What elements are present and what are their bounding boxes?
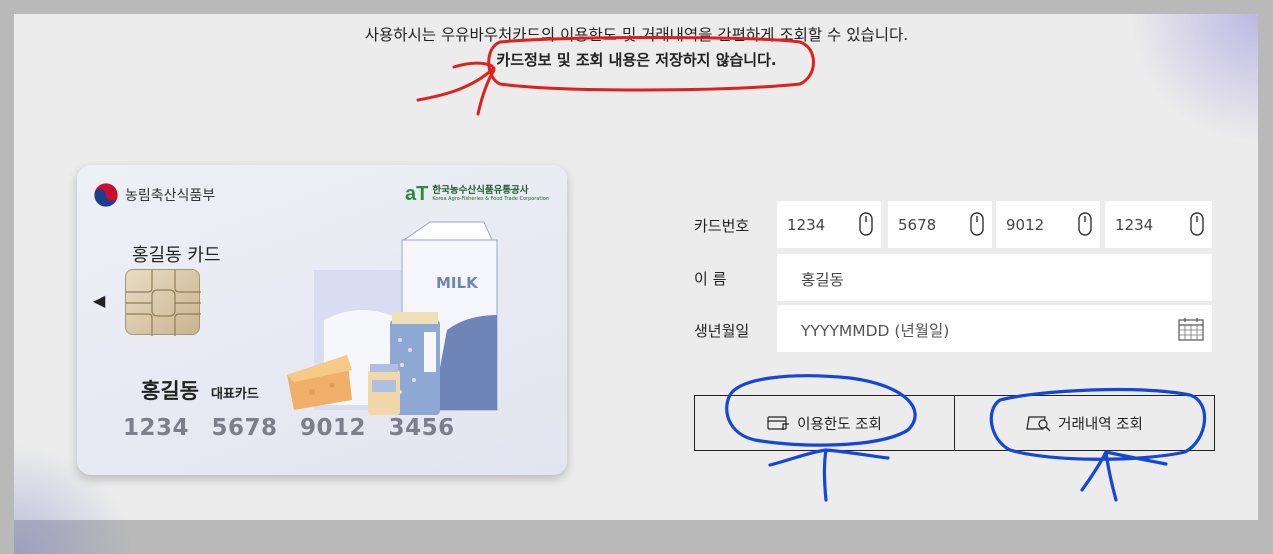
birth-date-input[interactable]: YYYYMMDD (년월일) [777, 305, 1212, 352]
privacy-notice: 카드정보 및 조회 내용은 저장하지 않습니다. [496, 51, 777, 69]
birth-date-placeholder: YYYYMMDD (년월일) [801, 322, 950, 340]
holder-name: 홍길동 [141, 379, 199, 403]
at-mark: aT [405, 183, 429, 205]
birth-date-label: 생년월일 [694, 322, 750, 340]
name-input[interactable]: 홍길동 [777, 254, 1212, 301]
virtual-keypad-icon[interactable] [1190, 212, 1204, 236]
limit-inquiry-label: 이용한도 조회 [797, 416, 882, 433]
taegeuk-icon [93, 182, 119, 208]
query-button-row: 이용한도 조회 거래내역 조회 [694, 395, 1215, 451]
card-number-label: 카드번호 [694, 217, 750, 235]
intro-text: 사용하시는 우유바우처카드의 이용한도 및 거래내역을 간편하게 조회할 수 있… [364, 26, 909, 44]
card-number-input-4[interactable]: 1234 [1105, 201, 1212, 248]
virtual-keypad-icon[interactable] [970, 212, 984, 236]
card-chip-icon [125, 269, 201, 336]
card-number-input-2[interactable]: 5678 [888, 201, 992, 248]
card-holder: 홍길동 대표카드 [141, 375, 259, 405]
calendar-icon[interactable] [1178, 317, 1204, 341]
limit-inquiry-button[interactable]: 이용한도 조회 [695, 396, 954, 450]
dairy-illustration: MILK [287, 221, 498, 415]
ministry-name: 농림축산식품부 [125, 188, 216, 204]
card-number-input-3[interactable]: 9012 [996, 201, 1100, 248]
card-limit-icon [767, 416, 790, 430]
card-preview: 농림축산식품부 aT 한국농수산식품유통공사 Korea Agro-Fisher… [77, 165, 567, 475]
name-value: 홍길동 [801, 271, 844, 289]
milk-label: MILK [436, 274, 479, 292]
agency-name-en: Korea Agro-Fisheries & Food Trade Corpor… [432, 196, 549, 202]
name-label: 이 름 [694, 270, 727, 288]
transaction-search-icon [1026, 416, 1051, 432]
card-title: 홍길동 카드 [132, 245, 221, 266]
ministry-logo: 농림축산식품부 [93, 182, 215, 208]
agency-name-ko: 한국농수산식품유통공사 [432, 185, 529, 196]
virtual-keypad-icon[interactable] [1078, 212, 1092, 236]
history-inquiry-button[interactable]: 거래내역 조회 [954, 396, 1214, 450]
prev-card-arrow-icon[interactable]: ◀ [93, 291, 105, 310]
history-inquiry-label: 거래내역 조회 [1058, 416, 1143, 433]
at-logo: aT 한국농수산식품유통공사 Korea Agro-Fisheries & Fo… [405, 184, 549, 204]
card-number-input-1[interactable]: 1234 [777, 201, 881, 248]
virtual-keypad-icon[interactable] [859, 212, 873, 236]
